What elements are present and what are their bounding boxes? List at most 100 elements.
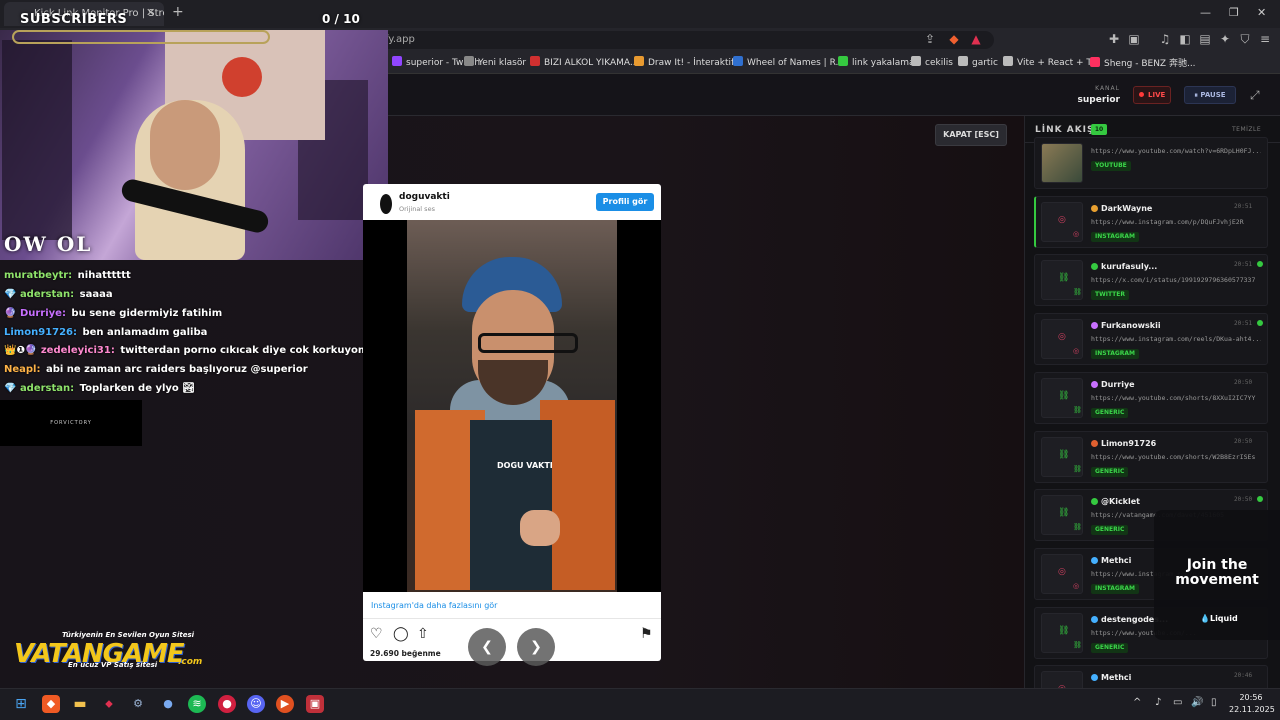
windows-start-icon[interactable]: ⊞	[12, 695, 30, 713]
instagram-icon: ◎	[1058, 332, 1066, 343]
brave-shield-icon[interactable]: ◆	[946, 31, 962, 47]
link-username: Durriye	[1091, 380, 1135, 389]
link-time: 20:50	[1234, 437, 1253, 445]
wallet-icon[interactable]: ▤	[1197, 31, 1213, 47]
game-launcher-icon[interactable]: ▶	[276, 695, 294, 713]
bookmark-item[interactable]: Wheel of Names | R...	[733, 56, 844, 68]
volume-icon[interactable]: 🔊	[1191, 697, 1203, 708]
tray-chevron-up-icon[interactable]: ^	[1133, 697, 1141, 708]
link-thumbnail[interactable]	[1041, 143, 1083, 183]
heart-icon[interactable]: ♡	[370, 626, 383, 642]
bookmark-item[interactable]: link yakalama	[838, 56, 915, 68]
link-username: Limon91726	[1091, 439, 1156, 448]
chat-badge-icon: 👑❶🔮	[4, 345, 41, 356]
link-url[interactable]: https://www.instagram.com/reels/DKua-aht…	[1091, 335, 1261, 343]
photo-brand-text: DOGU VAKTI	[497, 461, 553, 470]
chat-badge-icon: 💎	[4, 289, 20, 300]
clock-time[interactable]: 20:56	[1229, 693, 1273, 702]
bookmark-label: link yakalama	[852, 58, 915, 68]
link-small-icon: ⛓	[1073, 464, 1082, 473]
channel-label: KANAL	[1095, 85, 1120, 92]
chevron-left-icon: ❮	[481, 639, 493, 655]
spotify-icon[interactable]: ≋	[188, 695, 206, 713]
vpn-icon[interactable]: ⛉	[1237, 31, 1253, 47]
bookmark-item[interactable]: cekilis	[911, 56, 953, 68]
pause-button[interactable]: ⏸ PAUSE	[1184, 86, 1236, 104]
link-icon: ⛓	[1058, 508, 1070, 519]
restore-icon[interactable]: ❐	[1229, 6, 1239, 19]
chat-text: bu sene gidermiyiz fatihim	[67, 308, 223, 319]
link-url[interactable]: https://x.com/i/status/19919297963605773…	[1091, 276, 1261, 284]
brave-taskbar-icon[interactable]: ◆	[42, 695, 60, 713]
media-icon[interactable]: ♫	[1157, 31, 1173, 47]
discord-icon[interactable]: ☺	[247, 695, 265, 713]
maps-taskbar-icon[interactable]: ⬥	[100, 695, 118, 713]
ad-brand-text: Liquid	[1209, 614, 1238, 623]
share-icon[interactable]: ⇪	[922, 31, 938, 47]
instagram-username[interactable]: doguvakti	[399, 192, 450, 202]
link-username: @Kicklet	[1091, 497, 1140, 506]
link-small-icon: ⛓	[1073, 523, 1082, 532]
bookmark-item[interactable]: Vite + React + TS	[1003, 56, 1098, 68]
pause-label: PAUSE	[1200, 91, 1226, 99]
bookmark-item[interactable]: Sheng - BENZ 奔驰...	[1090, 56, 1196, 69]
leo-icon[interactable]: ✦	[1217, 31, 1233, 47]
bookmark-item[interactable]: Draw It! - İnteraktif...	[634, 56, 742, 68]
comment-icon[interactable]: ◯	[393, 626, 409, 642]
window-close-icon[interactable]: ✕	[1257, 6, 1266, 19]
link-time: 20:51	[1234, 320, 1253, 328]
bookmark-label: BIZI ALKOL YIKAMA...	[544, 58, 639, 68]
bookmark-item[interactable]: Yeni klasör	[464, 56, 526, 68]
previous-button[interactable]: ❮	[468, 628, 506, 666]
battery-icon[interactable]: ▯	[1211, 697, 1217, 708]
sidebar-toggle-icon[interactable]: ◧	[1177, 31, 1193, 47]
new-tab-icon[interactable]: +	[172, 4, 184, 20]
network-icon[interactable]: ▭	[1173, 697, 1182, 708]
link-type-badge: GENERIC	[1091, 407, 1129, 418]
bookmark-item[interactable]: BIZI ALKOL YIKAMA...	[530, 56, 638, 68]
popout-icon[interactable]: ⤢	[1250, 88, 1260, 103]
link-url[interactable]: https://www.youtube.com/shorts/8XXuI2IC7…	[1091, 394, 1261, 402]
extensions-icon[interactable]: ✚	[1106, 31, 1122, 47]
bookmark-item[interactable]: gartic	[958, 56, 998, 68]
webcam-logo-text: OW OL	[4, 232, 93, 256]
chat-username: aderstan:	[19, 289, 75, 300]
photo-vest	[470, 420, 552, 590]
share-post-icon[interactable]: ⇧	[417, 626, 429, 642]
app-window-icon[interactable]: ▣	[306, 695, 324, 713]
username-text: @Kicklet	[1101, 497, 1140, 507]
steam-icon[interactable]: ⚙	[129, 695, 147, 713]
link-small-icon: ⛓	[1073, 288, 1082, 297]
username-text: Methci	[1101, 673, 1132, 683]
menu-icon[interactable]: ≡	[1257, 31, 1273, 47]
next-button[interactable]: ❯	[517, 628, 555, 666]
link-url[interactable]: https://www.youtube.com/watch?v=6RDpLH0F…	[1091, 147, 1261, 155]
chat-badge-icon: 🔮	[4, 308, 20, 319]
link-url[interactable]: https://www.instagram.com/p/DQuFJvhjE2R	[1091, 218, 1261, 226]
clear-button[interactable]: TEMİZLE	[1232, 126, 1261, 133]
reader-icon[interactable]: ▣	[1126, 31, 1142, 47]
minimize-icon[interactable]: —	[1200, 6, 1211, 19]
view-profile-button[interactable]: Profili gör	[596, 193, 654, 211]
clock-date[interactable]: 22.11.2025	[1229, 705, 1275, 714]
bookmark-icon[interactable]: ⚑	[640, 626, 653, 642]
bookmark-label: Yeni klasör	[478, 58, 527, 68]
chat-message: 💎 aderstan: saaaa	[4, 289, 113, 300]
user-badge-icon	[1091, 204, 1098, 212]
instagram-more-link[interactable]: Instagram'da daha fazlasını gör	[371, 601, 497, 610]
bookmark-label: Wheel of Names | R...	[747, 58, 845, 68]
chevron-right-icon: ❯	[530, 639, 542, 655]
close-modal-button[interactable]: KAPAT [ESC]	[935, 124, 1007, 146]
file-explorer-icon[interactable]: ▬	[71, 695, 89, 713]
bookmark-icon	[530, 56, 540, 66]
chat-message: Neapl: abi ne zaman arc raiders başlıyor…	[4, 364, 308, 375]
username-text: Durriye	[1101, 379, 1135, 389]
brave-rewards-icon[interactable]: ▲	[968, 31, 984, 47]
microphone-icon[interactable]: ♪	[1155, 697, 1161, 708]
red-app-icon[interactable]: ●	[218, 695, 236, 713]
instagram-avatar[interactable]	[380, 194, 392, 214]
link-url[interactable]: https://www.youtube.com/shorts/W2B8EzrIS…	[1091, 453, 1261, 461]
app-icon[interactable]: ●	[159, 695, 177, 713]
close-tab-icon[interactable]: ✕	[146, 6, 155, 19]
tab-bar	[0, 0, 1280, 28]
